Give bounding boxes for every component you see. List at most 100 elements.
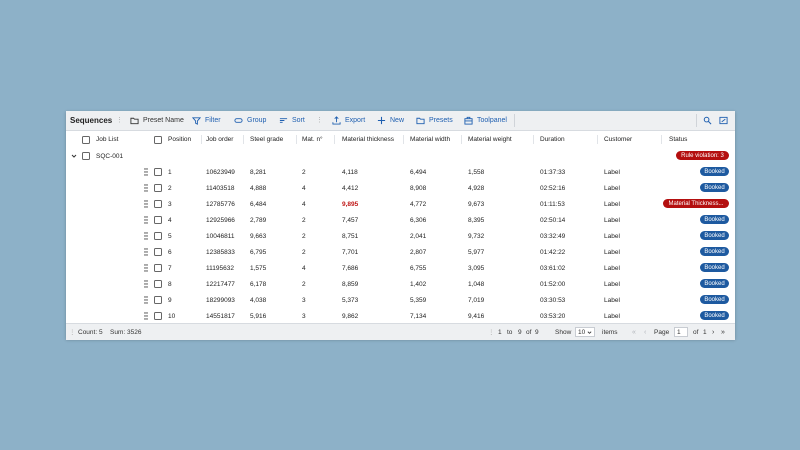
row-checkbox[interactable] [154,212,162,228]
drag-handle-icon[interactable] [144,296,148,304]
cell-steel-grade: 4,038 [250,296,267,304]
table-row[interactable]: 8 12217477 6,178 2 8,859 1,402 1,048 01:52:00 La… [66,276,735,293]
column-header-position[interactable]: Position [168,131,191,148]
new-button[interactable]: New [377,115,404,126]
select-all-joblist-checkbox[interactable] [82,131,90,148]
sort-button[interactable]: Sort [279,115,305,126]
cell-job-order: 11195632 [206,264,234,272]
column-header-steel-grade[interactable]: Steel grade [250,131,283,148]
status-badge: Booked [700,263,729,272]
cell-material-thickness: 7,686 [342,264,359,272]
row-checkbox[interactable] [154,180,162,196]
export-button[interactable]: Export [332,115,365,126]
previous-page-icon[interactable]: ‹ [644,324,646,340]
column-divider[interactable] [661,135,662,144]
preset-name-button[interactable]: Preset Name [130,115,184,126]
status-badge: Booked [700,167,729,176]
table-row[interactable]: 5 10046811 9,663 2 8,751 2,041 9,732 03:32:49 La… [66,228,735,245]
column-divider[interactable] [597,135,598,144]
select-all-checkbox[interactable] [154,131,162,148]
chevron-down-icon[interactable] [71,148,77,164]
column-divider[interactable] [403,135,404,144]
drag-handle-icon[interactable] [144,232,148,240]
table-row[interactable]: 2 11403518 4,888 4 4,412 8,908 4,928 02:52:16 La… [66,180,735,197]
table-row[interactable]: 1 10623949 8,281 2 4,118 6,494 1,558 01:37:33 La… [66,164,735,181]
cell-mat-no: 2 [302,232,306,240]
table-row[interactable]: 4 12925966 2,789 2 7,457 6,306 8,395 02:50:14 La… [66,212,735,229]
drag-handle-icon[interactable] [144,248,148,256]
row-checkbox[interactable] [154,196,162,212]
range-to-label: to [507,328,513,336]
column-header-material-thickness[interactable]: Material thickness [342,131,394,148]
drag-handle-icon[interactable] [144,184,148,192]
drag-handle-icon[interactable] [144,216,148,224]
row-checkbox[interactable] [154,228,162,244]
toolpanel-button[interactable]: Toolpanel [464,115,507,126]
drag-handle-icon[interactable] [144,200,148,208]
cell-material-thickness: 8,751 [342,232,359,240]
table-row[interactable]: 9 18299093 4,038 3 5,373 5,359 7,019 03:30:53 La… [66,292,735,309]
column-header-customer[interactable]: Customer [604,131,632,148]
fullscreen-button[interactable] [719,115,728,126]
drag-handle-icon[interactable] [144,168,148,176]
cell-material-weight: 1,558 [468,168,485,176]
plus-icon [377,116,386,125]
cell-material-width: 6,494 [410,168,427,176]
group-button[interactable]: Group [234,115,266,126]
cell-customer: Label [604,248,620,256]
cell-customer: Label [604,216,620,224]
column-divider[interactable] [334,135,335,144]
toolbar-drag-handle-icon[interactable]: ⋮ [316,116,323,125]
column-divider[interactable] [461,135,462,144]
drag-handle-icon[interactable] [144,264,148,272]
first-page-icon[interactable]: « [632,324,636,340]
column-divider[interactable] [243,135,244,144]
toolpanel-label: Toolpanel [477,117,507,124]
footer-drag-handle-icon[interactable]: ⋮ [69,324,76,340]
column-divider[interactable] [533,135,534,144]
filter-button[interactable]: Filter [192,115,221,126]
column-header-material-width[interactable]: Material width [410,131,450,148]
row-checkbox[interactable] [154,308,162,324]
items-label: items [602,328,618,336]
next-page-icon[interactable]: › [712,324,714,340]
toolbar-drag-handle-icon[interactable]: ⋮ [116,116,123,125]
search-button[interactable] [703,115,712,126]
page-number-input[interactable]: 1 [674,324,688,340]
cell-mat-no: 3 [302,296,306,304]
presets-button[interactable]: Presets [416,115,453,126]
column-divider[interactable] [201,135,202,144]
table-row[interactable]: 6 12385833 6,795 2 7,701 2,807 5,977 01:42:22 La… [66,244,735,261]
row-checkbox[interactable] [154,260,162,276]
column-header-status[interactable]: Status [669,131,687,148]
presets-label: Presets [429,117,453,124]
column-header-mat-no[interactable]: Mat. n° [302,131,323,148]
table-row[interactable]: 7 11195632 1,575 4 7,686 6,755 3,095 03:61:02 La… [66,260,735,277]
cell-position: 9 [168,296,172,304]
column-header-job-order[interactable]: Job order [206,131,233,148]
row-checkbox[interactable] [154,244,162,260]
group-row[interactable]: SQC-001 Rule violation: 3 [66,148,735,165]
cell-steel-grade: 9,663 [250,232,267,240]
column-header-job-list[interactable]: Job List [96,131,118,148]
column-divider[interactable] [296,135,297,144]
sequences-grid-panel: Sequences ⋮ Preset Name Filter Group Sor… [66,111,735,340]
footer-drag-handle-icon[interactable]: ⋮ [488,324,495,340]
column-header-material-weight[interactable]: Material weight [468,131,512,148]
cell-material-weight: 1,048 [468,280,485,288]
column-header-duration[interactable]: Duration [540,131,565,148]
cell-material-width: 5,359 [410,296,427,304]
row-checkbox[interactable] [154,164,162,180]
group-checkbox[interactable] [82,148,90,164]
row-checkbox[interactable] [154,276,162,292]
drag-handle-icon[interactable] [144,280,148,288]
cell-mat-no: 4 [302,200,306,208]
cell-material-weight: 4,928 [468,184,485,192]
table-row[interactable]: 3 12785776 6,484 4 9,895 4,772 9,673 01:11:53 La… [66,196,735,213]
page-size-select[interactable]: 10 [575,324,596,340]
last-page-icon[interactable]: » [721,324,725,340]
row-checkbox[interactable] [154,292,162,308]
sort-label: Sort [292,117,305,124]
drag-handle-icon[interactable] [144,312,148,320]
cell-duration: 03:53:20 [540,312,566,320]
